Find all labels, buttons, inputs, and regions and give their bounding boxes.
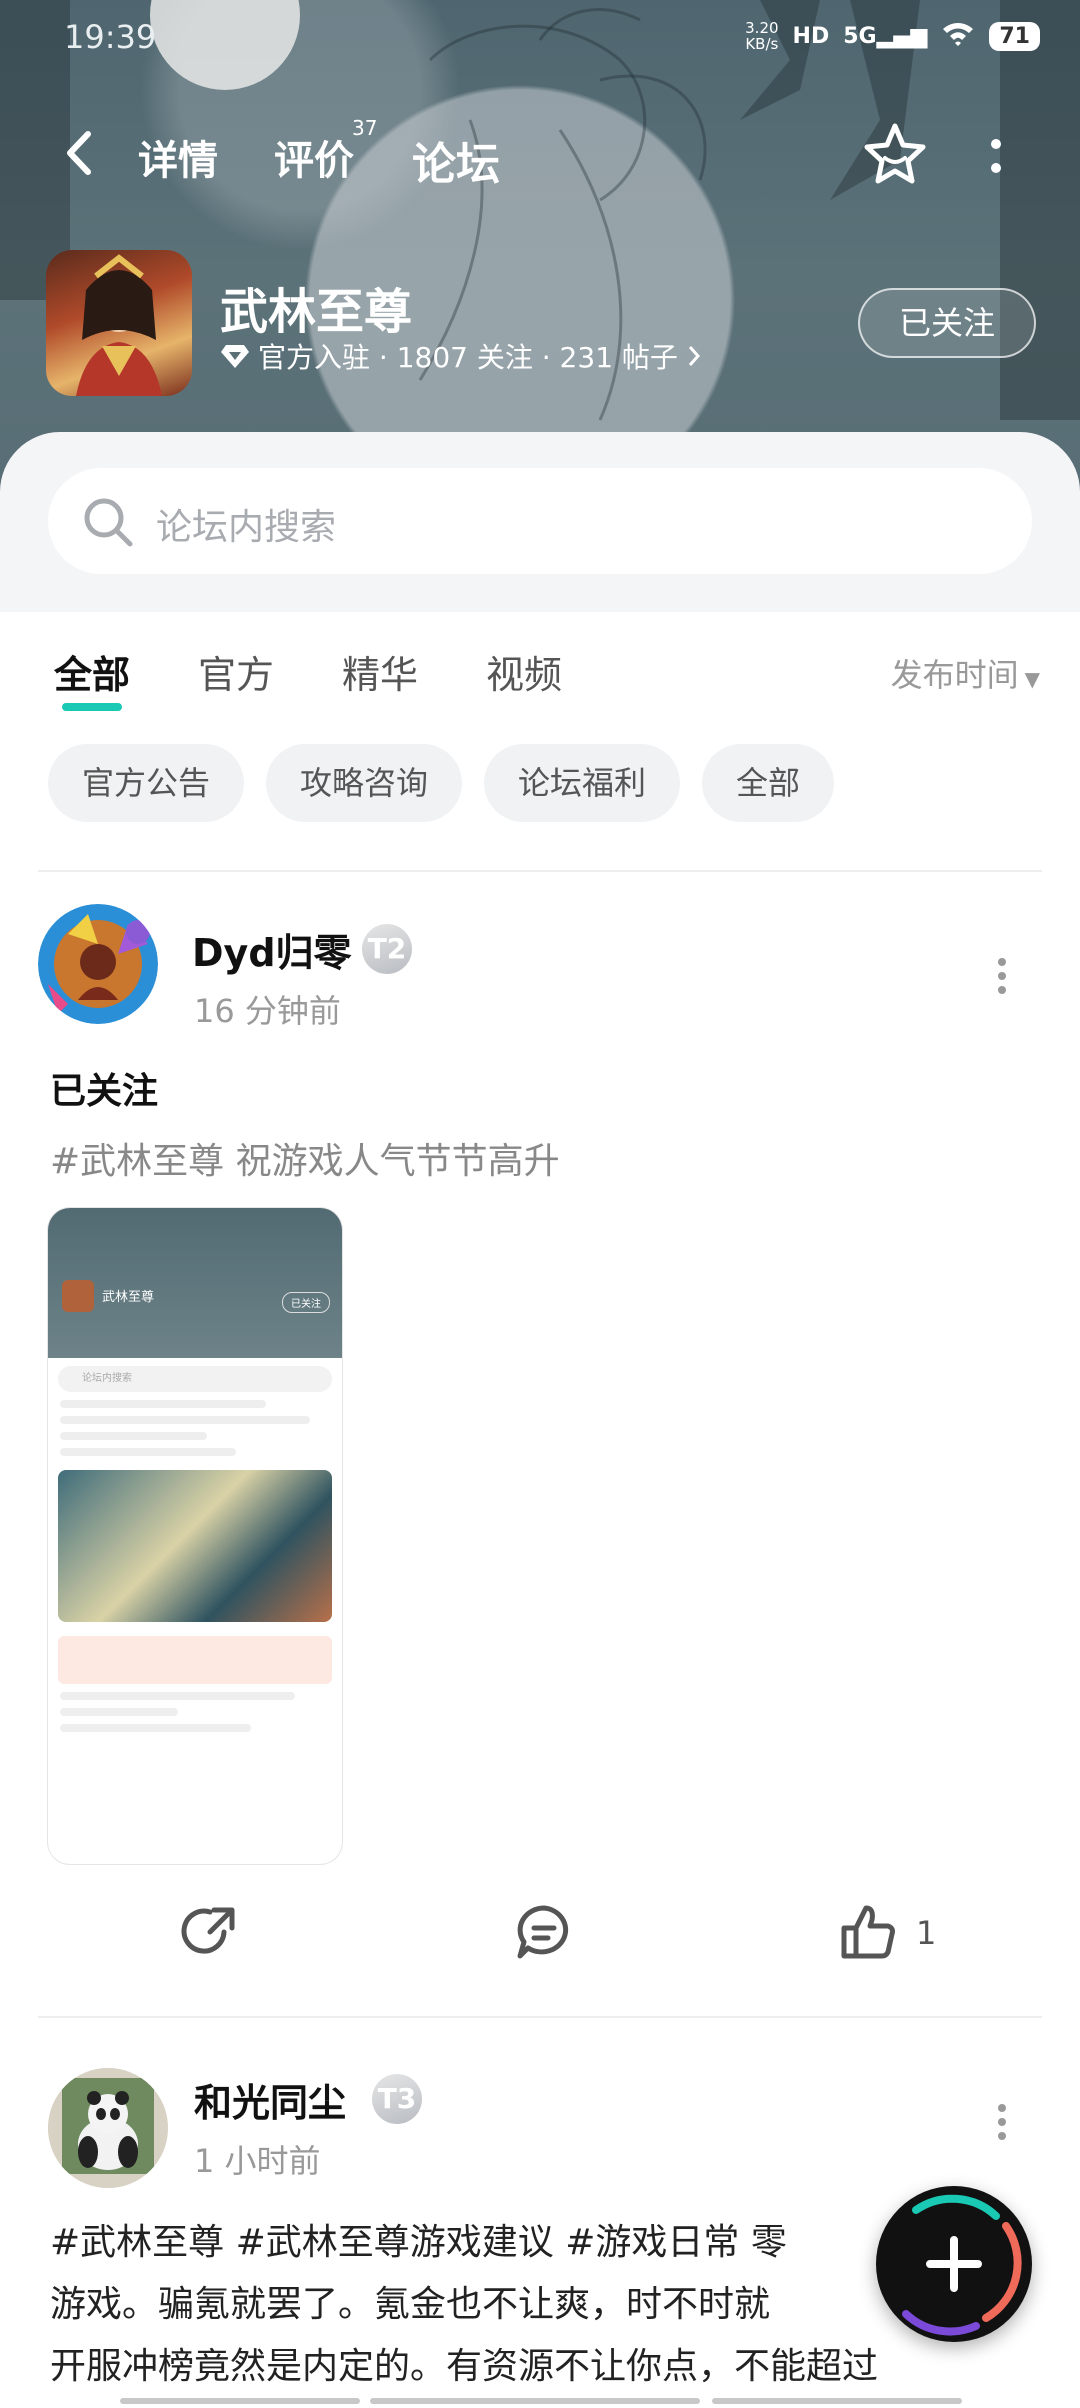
game-meta[interactable]: 官方入驻 · 1807 关注 · 231 帖子 <box>220 336 702 376</box>
search-section: 论坛内搜索 <box>0 432 1080 612</box>
chip-all[interactable]: 全部 <box>702 744 835 822</box>
net-speed-unit: KB/s <box>745 35 779 53</box>
thumb-line <box>60 1724 252 1732</box>
game-icon[interactable] <box>46 250 192 396</box>
thumb-title: 武林至尊 <box>102 1290 155 1305</box>
thumb-line <box>60 1448 237 1456</box>
battery-indicator: 71 <box>989 21 1040 51</box>
game-info: 武林至尊 官方入驻 · 1807 关注 · 231 帖子 已关注 <box>46 250 1036 400</box>
thumb-line <box>60 1432 207 1440</box>
plus-icon <box>926 2236 982 2292</box>
more-options-icon[interactable] <box>984 132 1008 182</box>
search-input[interactable]: 论坛内搜索 <box>48 468 1032 574</box>
sort-dropdown[interactable]: 发布时间 ▼ <box>891 650 1040 696</box>
signal-icon: 5G▂▄▆ <box>843 23 928 49</box>
tab-reviews[interactable]: 评价 <box>274 128 354 186</box>
like-icon[interactable] <box>838 1902 898 1962</box>
tab-all-label: 全部 <box>54 653 131 697</box>
divider <box>38 2016 1042 2018</box>
search-placeholder: 论坛内搜索 <box>156 507 337 548</box>
tab-active-indicator <box>62 703 123 711</box>
post-actions: 1 <box>0 1894 1080 1974</box>
tab-detail[interactable]: 详情 <box>138 128 218 186</box>
tab-video[interactable]: 视频 <box>486 644 562 699</box>
filter-tabs: 全部 官方 精华 视频 发布时间 ▼ <box>0 612 1080 732</box>
post-more-icon[interactable] <box>996 2098 1008 2146</box>
post-image[interactable]: 武林至尊 已关注 论坛内搜索 <box>48 1208 342 1864</box>
post-author[interactable]: Dyd归零 <box>192 922 352 977</box>
comment-icon[interactable] <box>514 1902 574 1962</box>
game-title: 武林至尊 <box>220 284 413 340</box>
chip-official-notice[interactable]: 官方公告 <box>48 744 245 822</box>
net-speed-value: 3.20 <box>745 19 779 37</box>
user-level-badge: T3 <box>372 2074 422 2124</box>
back-arrow-icon[interactable] <box>58 128 102 178</box>
sort-label: 发布时间 <box>890 656 1019 694</box>
post-tags[interactable]: #武林至尊 祝游戏人气节节高升 <box>50 1132 560 1184</box>
game-meta-text: 官方入驻 · 1807 关注 · 231 帖子 <box>258 341 678 374</box>
thumb-line <box>60 1400 266 1408</box>
share-icon[interactable] <box>180 1902 240 1962</box>
thumb-line <box>60 1708 178 1716</box>
thumb-game-icon <box>62 1280 94 1312</box>
divider <box>38 870 1042 872</box>
reviews-count-badge: 37 <box>352 116 378 140</box>
wifi-icon <box>941 20 975 52</box>
follow-button[interactable]: 已关注 <box>858 288 1036 358</box>
avatar[interactable] <box>48 2068 168 2188</box>
create-post-button[interactable] <box>876 2186 1032 2342</box>
search-icon <box>84 498 133 547</box>
post-more-icon[interactable] <box>996 952 1008 1000</box>
like-count: 1 <box>916 1914 937 1952</box>
hd-icon: HD <box>792 23 830 49</box>
post-time: 16 分钟前 <box>194 992 341 1030</box>
tab-all[interactable]: 全部 <box>54 644 131 711</box>
category-chips: 官方公告 攻略咨询 论坛福利 全部 <box>48 744 835 822</box>
thumb-follow: 已关注 <box>282 1292 330 1313</box>
post-title[interactable]: 已关注 <box>50 1062 158 1114</box>
thumb-search: 论坛内搜索 <box>58 1366 332 1392</box>
net-speed: 3.20 KB/s <box>745 20 778 52</box>
thumb-header: 武林至尊 已关注 <box>48 1208 342 1358</box>
thumb-line <box>60 1692 296 1700</box>
status-indicators: 3.20 KB/s HD 5G▂▄▆ 71 <box>745 20 1040 52</box>
home-indicator <box>712 2398 962 2404</box>
status-bar: 19:39 3.20 KB/s HD 5G▂▄▆ 71 <box>0 0 1080 80</box>
top-nav: 详情 评价 37 论坛 <box>0 110 1080 200</box>
chip-welfare[interactable]: 论坛福利 <box>484 744 681 822</box>
post-body-line: 开服冲榜竟然是内定的。有资源不让你点，不能超过 <box>50 2346 879 2387</box>
thumb-line <box>60 1416 310 1424</box>
chip-strategy[interactable]: 攻略咨询 <box>266 744 463 822</box>
home-indicator <box>370 2398 700 2404</box>
home-indicator <box>120 2398 360 2404</box>
tab-official[interactable]: 官方 <box>198 644 274 699</box>
tab-featured[interactable]: 精华 <box>342 644 418 699</box>
post-time: 1 小时前 <box>194 2142 321 2180</box>
user-level-badge: T2 <box>362 924 412 974</box>
diamond-icon <box>221 345 249 368</box>
caret-down-icon: ▼ <box>1024 667 1040 691</box>
tab-forum-label: 论坛 <box>412 139 500 190</box>
thumb-promo-card <box>58 1636 332 1684</box>
thumb-artwork <box>58 1470 332 1622</box>
avatar[interactable] <box>38 904 158 1024</box>
status-time: 19:39 <box>64 18 157 56</box>
network-type: 5G <box>843 23 877 49</box>
favorite-star-icon[interactable] <box>860 120 930 190</box>
tab-forum[interactable]: 论坛 <box>408 128 504 192</box>
post-author[interactable]: 和光同尘 <box>194 2072 346 2127</box>
chevron-right-icon <box>688 346 700 366</box>
